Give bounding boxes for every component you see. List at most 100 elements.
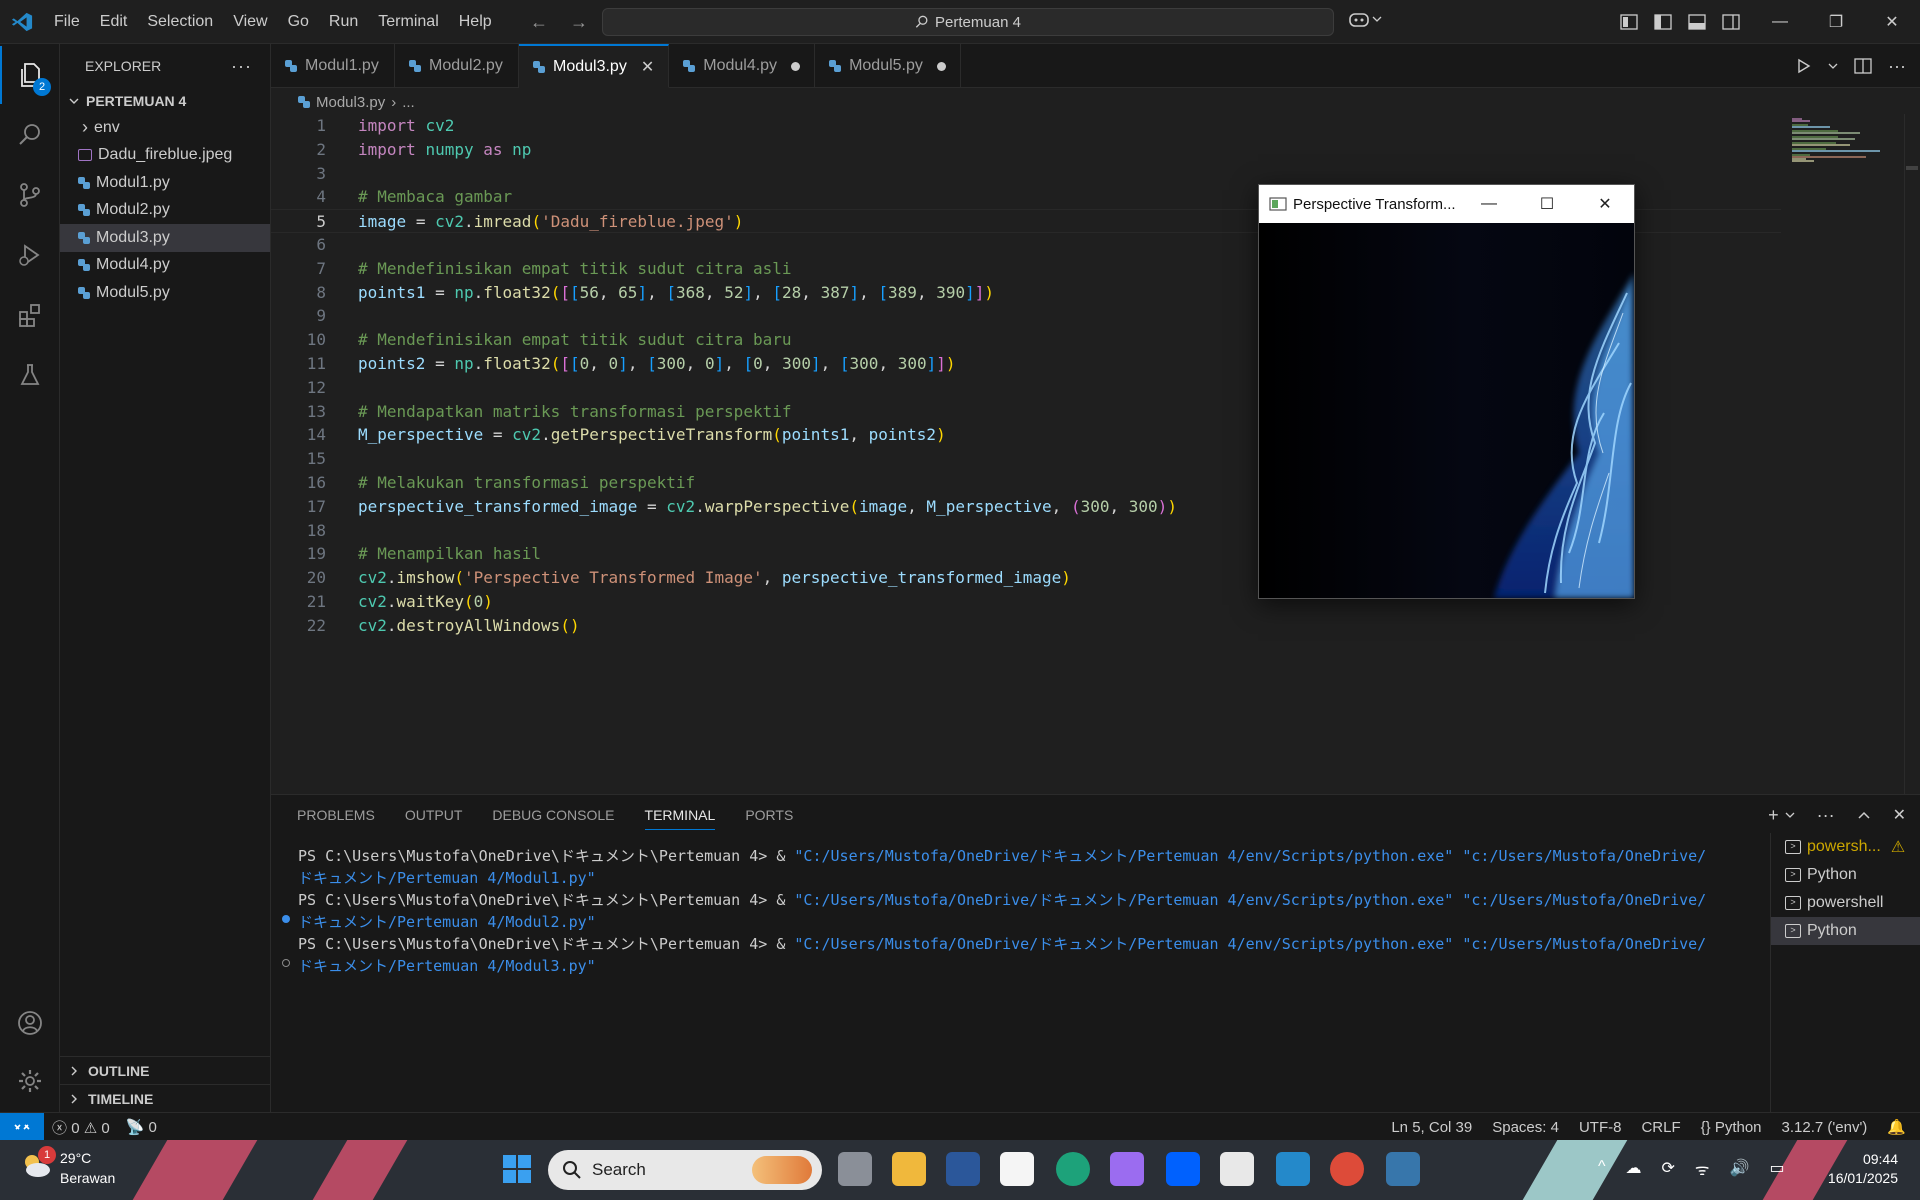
tab-modul5-py[interactable]: Modul5.py — [815, 44, 961, 88]
menu-file[interactable]: File — [44, 0, 90, 44]
weather-widget[interactable]: 1 29°C Berawan — [20, 1146, 115, 1188]
code-line[interactable]: 2 import numpy as np — [271, 138, 1781, 162]
menu-view[interactable]: View — [223, 0, 277, 44]
testing-activity[interactable] — [0, 346, 60, 404]
minimap[interactable] — [1790, 116, 1910, 166]
chevron-down-icon[interactable] — [1785, 810, 1795, 820]
ports-indicator[interactable]: 📡 0 — [126, 1118, 157, 1136]
run-icon[interactable] — [1796, 58, 1812, 74]
tab-modul1-py[interactable]: Modul1.py — [271, 44, 395, 88]
microsoft-store-icon[interactable] — [1000, 1152, 1034, 1186]
menu-edit[interactable]: Edit — [90, 0, 138, 44]
menu-go[interactable]: Go — [278, 0, 319, 44]
timeline-section[interactable]: TIMELINE — [60, 1084, 271, 1112]
onedrive-icon[interactable]: ☁ — [1626, 1158, 1642, 1180]
close-icon[interactable]: ✕ — [641, 57, 654, 77]
tab-problems[interactable]: PROBLEMS — [297, 807, 375, 823]
workspace-folder[interactable]: PERTEMUAN 4 — [60, 88, 270, 114]
copilot-button[interactable] — [1348, 10, 1382, 28]
terminal-instance[interactable]: > Python — [1771, 917, 1920, 945]
tab-ports[interactable]: PORTS — [745, 807, 793, 823]
source-control-activity[interactable] — [0, 166, 60, 224]
restore-icon[interactable]: ❐ — [1808, 0, 1864, 44]
start-button[interactable] — [502, 1154, 532, 1184]
chevron-down-icon[interactable] — [1828, 61, 1838, 71]
terminal-instance[interactable]: > powersh... ⚠ — [1771, 833, 1920, 861]
manage-activity[interactable] — [0, 1052, 60, 1110]
tree-item[interactable]: Modul5.py — [60, 279, 270, 307]
copilot-app-icon[interactable] — [1110, 1152, 1144, 1186]
maximize-icon[interactable]: ☐ — [1518, 185, 1576, 223]
volume-icon[interactable]: 🔊 — [1730, 1158, 1750, 1180]
menu-selection[interactable]: Selection — [137, 0, 223, 44]
tree-item[interactable]: Dadu_fireblue.jpeg — [60, 142, 270, 170]
extensions-activity[interactable] — [0, 286, 60, 344]
tree-item[interactable]: Modul2.py — [60, 197, 270, 225]
tree-item[interactable]: Modul4.py — [60, 252, 270, 280]
back-arrow-icon[interactable]: ← — [530, 12, 548, 33]
word-icon[interactable] — [946, 1152, 980, 1186]
python-app-icon[interactable] — [1386, 1152, 1420, 1186]
breadcrumb-symbol[interactable]: ... — [402, 94, 415, 111]
close-panel-icon[interactable]: ✕ — [1893, 805, 1906, 825]
tree-item[interactable]: Modul3.py — [60, 224, 270, 252]
indentation[interactable]: Spaces: 4 — [1492, 1119, 1559, 1136]
terminal-instance[interactable]: > powershell — [1771, 889, 1920, 917]
cursor-position[interactable]: Ln 5, Col 39 — [1391, 1119, 1472, 1136]
tab-modul2-py[interactable]: Modul2.py — [395, 44, 519, 88]
end-of-line[interactable]: CRLF — [1641, 1119, 1680, 1136]
tree-item[interactable]: › env — [60, 114, 270, 142]
terminal-instance[interactable]: > Python — [1771, 861, 1920, 889]
sync-icon[interactable]: ⟳ — [1662, 1158, 1675, 1180]
tab-terminal[interactable]: TERMINAL — [644, 807, 716, 830]
language-mode[interactable]: {} Python — [1701, 1119, 1762, 1136]
menu-run[interactable]: Run — [319, 0, 368, 44]
close-icon[interactable]: ✕ — [1576, 185, 1634, 223]
tree-item[interactable]: Modul1.py — [60, 169, 270, 197]
maximize-panel-icon[interactable] — [1857, 810, 1871, 820]
code-line[interactable]: 22 cv2.destroyAllWindows() — [271, 614, 1781, 638]
battery-icon[interactable]: ▭ — [1769, 1158, 1784, 1180]
code-editor[interactable]: 1 import cv2 2 import numpy as np 3 4 # Membac… — [271, 114, 1920, 794]
more-actions-icon[interactable]: ··· — [1888, 56, 1906, 77]
more-actions-icon[interactable]: ··· — [1817, 805, 1835, 826]
editor-scrollbar[interactable] — [1904, 114, 1918, 794]
command-center[interactable]: Pertemuan 4 — [602, 8, 1334, 36]
menu-help[interactable]: Help — [449, 0, 502, 44]
file-explorer-icon[interactable] — [892, 1152, 926, 1186]
edge-icon[interactable] — [1056, 1152, 1090, 1186]
split-editor-icon[interactable] — [1854, 58, 1872, 74]
opencv-window-titlebar[interactable]: Perspective Transform... — ☐ ✕ — [1259, 185, 1634, 223]
problems-indicator[interactable]: ⓧ 0 ⚠ 0 — [52, 1117, 110, 1138]
run-debug-activity[interactable] — [0, 226, 60, 284]
more-actions-icon[interactable]: ··· — [231, 56, 252, 77]
minimize-icon[interactable]: — — [1752, 0, 1808, 44]
task-view-icon[interactable] — [838, 1152, 872, 1186]
accounts-activity[interactable] — [0, 994, 60, 1052]
close-icon[interactable]: ✕ — [1864, 0, 1920, 44]
menu-terminal[interactable]: Terminal — [368, 0, 448, 44]
toggle-secondary-sidebar-icon[interactable] — [1722, 14, 1740, 30]
dropbox-icon[interactable] — [1166, 1152, 1200, 1186]
python-interpreter[interactable]: 3.12.7 ('env') — [1782, 1119, 1868, 1136]
forward-arrow-icon[interactable]: → — [570, 12, 588, 33]
customize-layout-icon[interactable] — [1620, 14, 1638, 30]
remote-indicator[interactable] — [0, 1113, 44, 1141]
wifi-icon[interactable]: ᯤ — [1695, 1158, 1710, 1180]
code-line[interactable]: 3 — [271, 162, 1781, 186]
terminal-output[interactable]: PS C:\Users\Mustofa\OneDrive\ドキュメント\Pert… — [271, 845, 1761, 977]
chrome-icon[interactable] — [1330, 1152, 1364, 1186]
new-terminal-icon[interactable]: + — [1768, 805, 1779, 826]
toggle-panel-icon[interactable] — [1688, 14, 1706, 30]
encoding[interactable]: UTF-8 — [1579, 1119, 1622, 1136]
taskbar-search[interactable]: Search — [548, 1150, 822, 1190]
code-line[interactable]: 1 import cv2 — [271, 114, 1781, 138]
tab-debug-console[interactable]: DEBUG CONSOLE — [492, 807, 614, 823]
amazon-icon[interactable] — [1220, 1152, 1254, 1186]
toggle-sidebar-icon[interactable] — [1654, 14, 1672, 30]
search-activity[interactable] — [0, 106, 60, 164]
outline-section[interactable]: OUTLINE — [60, 1056, 271, 1084]
tab-modul3-py[interactable]: Modul3.py ✕ — [519, 44, 670, 88]
minimize-icon[interactable]: — — [1460, 185, 1518, 223]
vscode-taskbar-icon[interactable] — [1276, 1152, 1310, 1186]
